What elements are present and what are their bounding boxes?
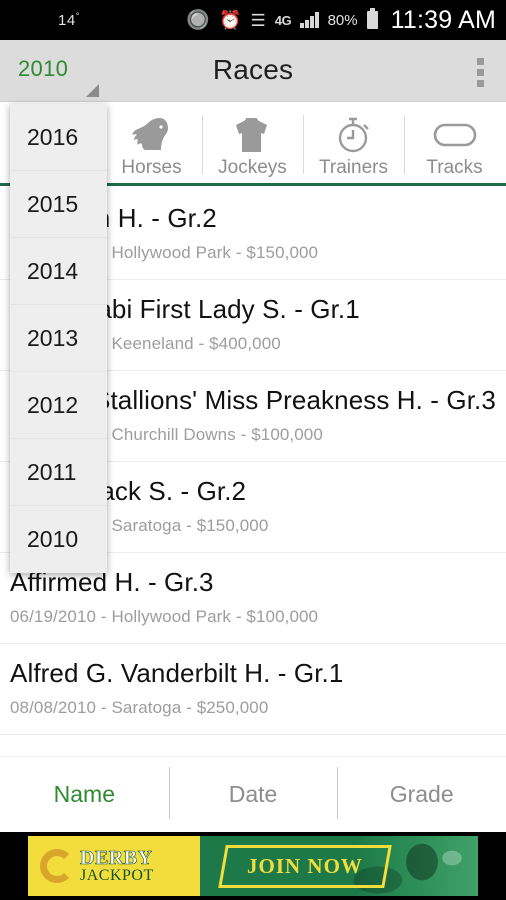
temperature-indicator: 14° [58,11,80,29]
status-bar: 14° 🔘 ⏰ ☰ 4G 80% 11:39 AM [0,0,506,40]
ad-cta-block[interactable]: JOIN NOW [200,836,478,896]
jockey-silk-icon [233,115,273,155]
wifi-icon: ☰ [250,10,266,30]
degree-symbol: ° [75,11,80,21]
dropdown-item-2010[interactable]: 2010 [10,506,107,573]
race-track-oval-icon [432,115,478,155]
join-now-label: JOIN NOW [247,853,363,878]
signal-bars-icon [300,12,319,28]
overflow-dot-icon [477,69,484,76]
tab-label: Tracks [426,156,483,178]
battery-icon [366,8,378,29]
overflow-dot-icon [477,58,484,65]
tab-tracks[interactable]: Tracks [404,103,505,186]
sort-bar: Name Date Grade [0,756,506,832]
sort-by-date-button[interactable]: Date [168,767,338,819]
sort-by-name-button[interactable]: Name [0,781,169,808]
4g-icon: 4G [274,12,292,28]
join-now-button[interactable]: JOIN NOW [218,844,392,888]
dropdown-item-2014[interactable]: 2014 [10,238,107,305]
dropdown-item-2011[interactable]: 2011 [10,439,107,506]
ad-brand-block: DERBY JACKPOT [28,836,200,896]
overflow-dot-icon [477,80,484,87]
tab-label: Trainers [319,156,388,178]
ad-brand-top: DERBY [80,847,153,869]
horse-head-icon [130,115,174,155]
dropdown-item-2015[interactable]: 2015 [10,171,107,238]
clock-label: 11:39 AM [390,5,496,34]
status-icons: 🔘 ⏰ ☰ 4G 80% 11:39 AM [186,6,496,35]
tab-label: Jockeys [218,156,287,178]
ad-content[interactable]: DERBY JACKPOT JOIN NOW [28,836,478,896]
app-root: 14° 🔘 ⏰ ☰ 4G 80% 11:39 AM 2010 Races Hor… [0,0,506,900]
sort-by-grade-button[interactable]: Grade [337,767,506,819]
battery-percent-label: 80% [327,11,358,29]
race-meta: 08/08/2010 - Saratoga - $250,000 [10,698,269,717]
temperature-value: 14 [58,12,76,29]
dropdown-item-2012[interactable]: 2012 [10,372,107,439]
dropdown-item-2016[interactable]: 2016 [10,104,107,171]
tab-trainers[interactable]: Trainers [303,103,404,186]
horseshoe-icon [40,849,74,883]
tab-label: Horses [121,156,182,178]
tab-jockeys[interactable]: Jockeys [202,103,303,186]
ad-brand-text: DERBY JACKPOT [80,848,154,884]
tab-horses[interactable]: Horses [101,103,202,186]
overflow-menu-button[interactable] [477,58,484,87]
bluetooth-icon: 🔘 [186,9,211,31]
alarm-icon: ⏰ [219,10,242,30]
dropdown-item-2013[interactable]: 2013 [10,305,107,372]
race-name: Alfred G. Vanderbilt H. - Gr.1 [10,658,344,688]
action-bar: 2010 Races [0,40,506,102]
stopwatch-icon [335,115,373,155]
page-title: Races [212,54,294,85]
ad-brand-bottom: JACKPOT [80,867,154,884]
ad-banner[interactable]: DERBY JACKPOT JOIN NOW [0,832,506,900]
year-dropdown-list[interactable]: 2016 2015 2014 2013 2012 2011 2010 [10,104,107,573]
table-row[interactable]: Alfred G. Vanderbilt H. - Gr.1 08/08/201… [0,644,506,735]
race-meta: 06/19/2010 - Hollywood Park - $100,000 [10,607,319,626]
